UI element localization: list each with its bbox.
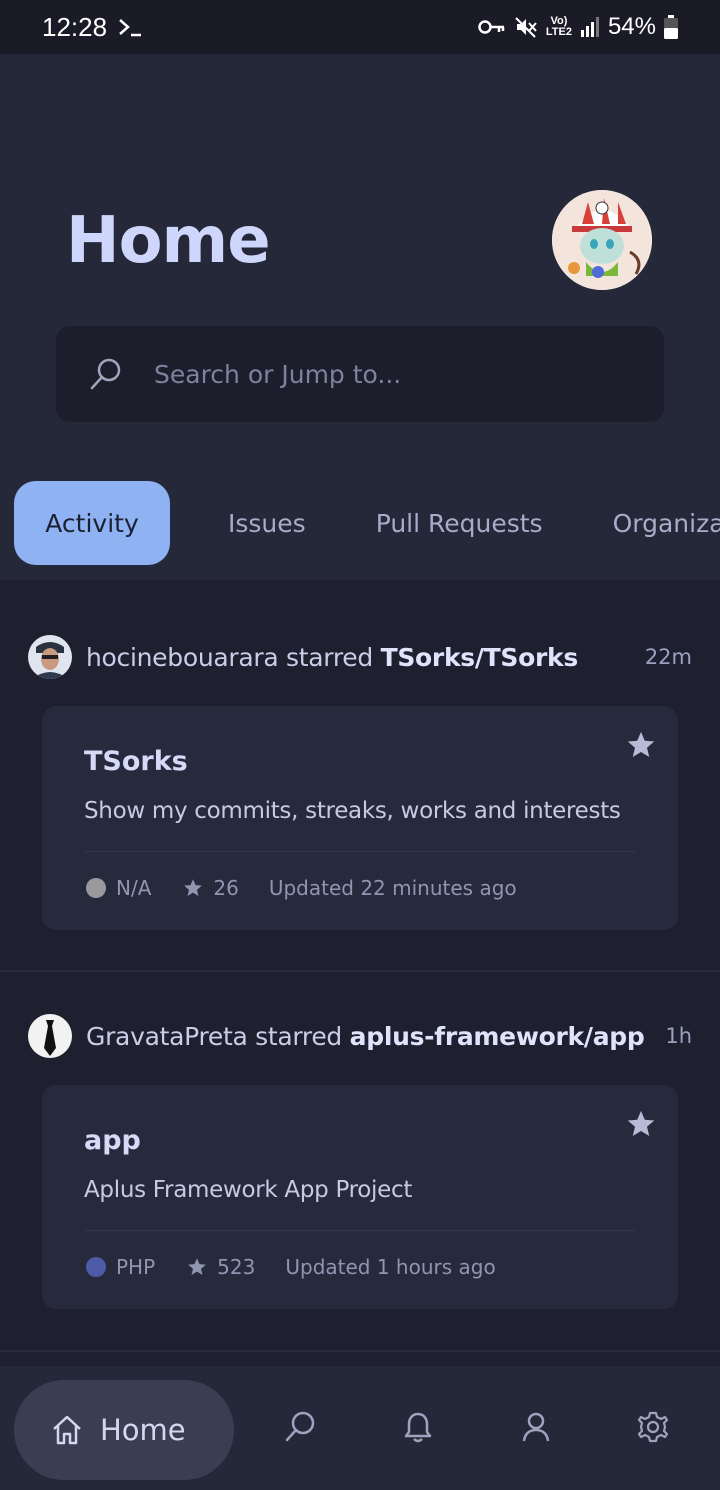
search-icon[interactable] <box>283 1410 317 1444</box>
feed-item-text: hocinebouarara starred TSorks/TSorks <box>86 642 579 672</box>
tab-pull-requests[interactable]: Pull Requests <box>348 481 571 565</box>
home-header: Home Activity Issues Pull Requests Organ… <box>0 54 720 580</box>
nav-home[interactable]: Home <box>14 1380 234 1480</box>
feed-separator <box>0 970 720 972</box>
repo-language: N/A <box>116 876 152 900</box>
terminal-icon <box>119 19 142 37</box>
repo-link[interactable]: aplus-framework/app <box>350 1022 645 1051</box>
repo-name: app <box>84 1125 141 1156</box>
user-photo-icon <box>28 635 72 679</box>
repo-stars: 523 <box>217 1255 256 1279</box>
feed-item-header[interactable]: GravataPreta starred aplus-framework/app… <box>28 1014 692 1058</box>
page-title: Home <box>66 204 271 278</box>
mute-icon <box>515 17 537 38</box>
star-count-icon <box>188 1258 207 1275</box>
tab-issues[interactable]: Issues <box>200 481 334 565</box>
star-count-icon <box>184 879 203 896</box>
star-icon[interactable] <box>626 730 656 760</box>
search-bar[interactable] <box>56 326 664 422</box>
repo-card[interactable]: app Aplus Framework App Project PHP 523 … <box>42 1085 678 1309</box>
search-input[interactable] <box>154 359 594 389</box>
user-avatar[interactable] <box>552 190 652 290</box>
repo-description: Show my commits, streaks, works and inte… <box>84 798 621 824</box>
vpn-key-icon <box>478 20 505 34</box>
repo-updated: Updated 22 minutes ago <box>268 876 517 900</box>
repo-meta: PHP 523 Updated 1 hours ago <box>86 1255 496 1279</box>
language-dot <box>86 1257 106 1277</box>
divider <box>84 851 636 852</box>
feed-item-text: GravataPreta starred aplus-framework/app <box>86 1021 645 1051</box>
battery-percent: 54% <box>607 13 656 40</box>
feed-item-time: 22m <box>644 645 692 669</box>
status-bar: 12:28 Vo) LTE2 54% <box>0 0 720 54</box>
status-time: 12:28 <box>42 11 108 42</box>
signal-icon <box>580 17 599 37</box>
home-icon <box>53 1415 81 1445</box>
bell-icon[interactable] <box>401 1410 435 1444</box>
star-icon[interactable] <box>626 1109 656 1139</box>
tab-bar: Activity Issues Pull Requests Organizati… <box>0 480 720 566</box>
bottom-nav: Home <box>0 1366 720 1490</box>
battery-icon <box>664 15 678 39</box>
anime-avatar-icon <box>552 190 652 290</box>
repo-description: Aplus Framework App Project <box>84 1177 413 1203</box>
tab-organizations[interactable]: Organizations <box>585 481 720 565</box>
repo-card[interactable]: TSorks Show my commits, streaks, works a… <box>42 706 678 930</box>
avatar[interactable] <box>28 1014 72 1058</box>
repo-language: PHP <box>116 1255 156 1279</box>
tie-logo-icon <box>28 1014 72 1058</box>
tab-activity[interactable]: Activity <box>14 481 170 565</box>
search-icon <box>90 358 121 390</box>
language-dot <box>86 878 106 898</box>
divider <box>84 1230 636 1231</box>
feed-item-header[interactable]: hocinebouarara starred TSorks/TSorks 22m <box>28 635 692 679</box>
avatar[interactable] <box>28 635 72 679</box>
repo-name: TSorks <box>84 746 188 777</box>
feed-item-time: 1h <box>665 1024 692 1048</box>
repo-meta: N/A 26 Updated 22 minutes ago <box>86 876 517 900</box>
volte-indicator: Vo) LTE2 <box>545 15 572 38</box>
profile-icon[interactable] <box>519 1410 553 1444</box>
repo-stars: 26 <box>213 876 239 900</box>
settings-icon[interactable] <box>636 1410 670 1444</box>
feed-separator <box>0 1350 720 1352</box>
repo-link[interactable]: TSorks/TSorks <box>381 643 579 672</box>
nav-home-label: Home <box>100 1413 186 1447</box>
repo-updated: Updated 1 hours ago <box>285 1255 496 1279</box>
